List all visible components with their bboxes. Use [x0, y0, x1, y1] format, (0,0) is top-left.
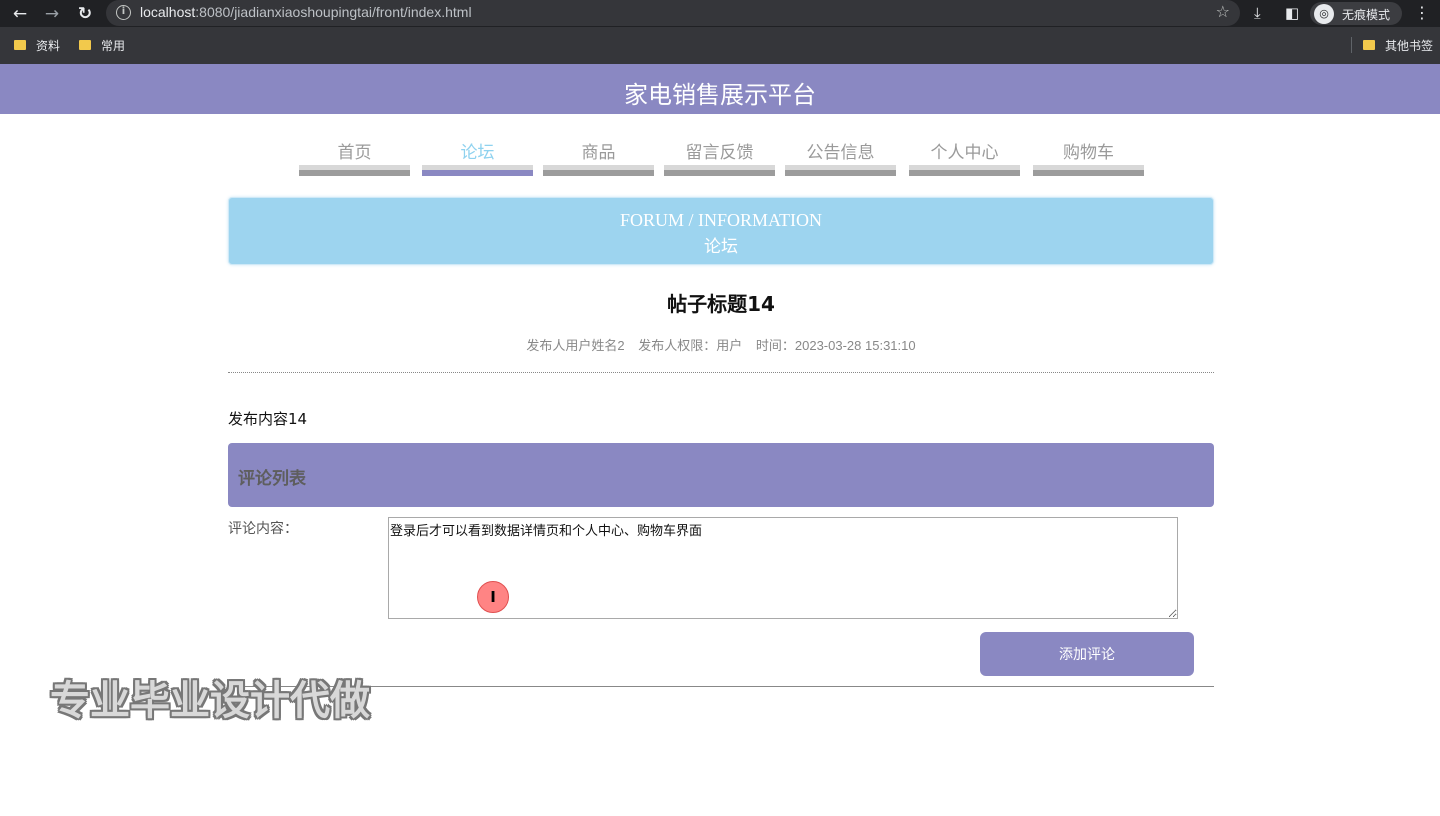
add-comment-button[interactable]: 添加评论 — [980, 632, 1194, 676]
forward-icon[interactable]: → — [41, 3, 63, 25]
folder-icon — [1363, 39, 1375, 50]
incognito-label: 无痕模式 — [1342, 8, 1391, 22]
post-role: 发布人权限：用户 — [638, 338, 743, 353]
text-cursor-indicator: I — [477, 581, 509, 613]
url-host: localhost — [140, 4, 196, 20]
banner-english-title: FORUM / INFORMATION — [619, 210, 823, 230]
bookmark-folder-ziliao[interactable]: 资料 — [14, 37, 60, 54]
bookmarks-bar: 资料 常用 其他书签 — [0, 27, 1440, 64]
nav-underline-bottom — [422, 170, 533, 176]
site-title: 家电销售展示平台 — [624, 81, 816, 109]
nav-item-home[interactable]: 首页 — [299, 132, 410, 178]
url-path: :8080/jiadianxiaoshoupingtai/front/index… — [195, 4, 472, 20]
browser-menu-icon[interactable]: ⋮ — [1414, 3, 1430, 22]
folder-icon — [14, 39, 26, 50]
browser-toolbar: ← → ↻ i localhost:8080/jiadianxiaoshoupi… — [0, 0, 1440, 27]
comment-list-title: 评论列表 — [238, 469, 306, 489]
bookmark-folder-other[interactable]: 其他书签 — [1363, 37, 1433, 54]
comment-input-label: 评论内容： — [228, 521, 298, 537]
watermark-text: 专业毕业设计代做 — [50, 678, 370, 724]
download-icon[interactable]: ⤓ — [1254, 3, 1261, 23]
post-title: 帖子标题14 — [667, 292, 775, 316]
bookmarks-separator — [1351, 37, 1352, 53]
nav-label: 论坛 — [460, 143, 495, 162]
nav-item-announcements[interactable]: 公告信息 — [785, 132, 896, 178]
nav-underline-bottom — [664, 170, 775, 176]
bookmark-label: 常用 — [101, 39, 126, 53]
banner-chinese-title: 论坛 — [704, 237, 738, 256]
nav-item-products[interactable]: 商品 — [543, 132, 654, 178]
incognito-icon: ◎ — [1314, 4, 1334, 24]
nav-item-feedback[interactable]: 留言反馈 — [664, 132, 775, 178]
bookmark-star-icon[interactable]: ☆ — [1216, 2, 1230, 21]
section-banner: FORUM / INFORMATION 论坛 — [228, 197, 1214, 265]
folder-icon — [79, 39, 91, 50]
url-text[interactable]: localhost:8080/jiadianxiaoshoupingtai/fr… — [140, 4, 472, 20]
bookmark-folder-changyong[interactable]: 常用 — [79, 37, 125, 54]
comment-list-header: 评论列表 — [228, 443, 1214, 507]
comments-bottom-divider — [228, 686, 1214, 687]
post-content: 发布内容14 — [228, 410, 308, 428]
bookmark-label: 其他书签 — [1385, 39, 1434, 53]
site-info-icon[interactable]: i — [116, 5, 131, 20]
back-icon[interactable]: ← — [9, 3, 31, 25]
reload-icon[interactable]: ↻ — [74, 3, 96, 25]
post-time: 时间：2023-03-28 15:31:10 — [755, 338, 916, 353]
side-panel-icon[interactable]: ◧ — [1285, 3, 1299, 23]
nav-item-profile[interactable]: 个人中心 — [909, 132, 1020, 178]
nav-label: 首页 — [337, 143, 372, 162]
post-divider — [228, 372, 1214, 373]
nav-label: 商品 — [581, 143, 616, 162]
nav-underline-bottom — [299, 170, 410, 176]
post-meta: 发布人用户姓名2 发布人权限：用户 时间：2023-03-28 15:31:10 — [228, 335, 1214, 354]
nav-label: 个人中心 — [930, 143, 999, 162]
nav-underline-bottom — [543, 170, 654, 176]
address-bar[interactable]: i localhost:8080/jiadianxiaoshoupingtai/… — [106, 0, 1240, 26]
nav-underline-bottom — [1033, 170, 1144, 176]
nav-item-forum[interactable]: 论坛 — [422, 132, 533, 178]
post-author: 发布人用户姓名2 — [526, 338, 625, 353]
nav-label: 购物车 — [1063, 143, 1114, 162]
nav-label: 留言反馈 — [685, 143, 754, 162]
nav-label: 公告信息 — [806, 143, 875, 162]
nav-item-cart[interactable]: 购物车 — [1033, 132, 1144, 178]
nav-underline-bottom — [909, 170, 1020, 176]
incognito-indicator[interactable]: ◎ 无痕模式 — [1310, 2, 1402, 25]
bookmark-label: 资料 — [36, 39, 61, 53]
nav-underline-bottom — [785, 170, 896, 176]
site-header: 家电销售展示平台 — [0, 64, 1440, 114]
